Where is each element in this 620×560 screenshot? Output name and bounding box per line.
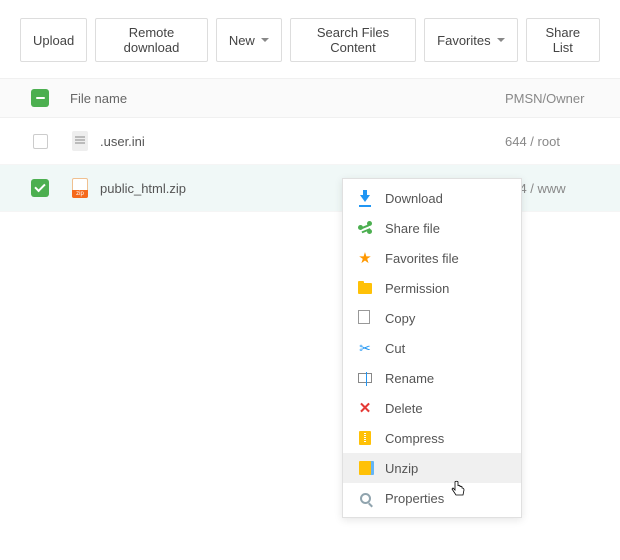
menu-label: Download [385,191,443,206]
favorites-label: Favorites [437,33,490,48]
compress-icon [357,430,373,446]
file-name[interactable]: .user.ini [100,134,145,149]
column-filename[interactable]: File name [70,91,127,106]
menu-rename[interactable]: Rename [343,363,521,393]
share-icon [357,220,373,236]
menu-label: Favorites file [385,251,459,266]
menu-favorites[interactable]: ★ Favorites file [343,243,521,273]
menu-download[interactable]: Download [343,183,521,213]
table-header: File name PMSN/Owner [0,78,620,118]
row-checkbox[interactable] [31,179,49,197]
properties-icon [357,490,373,506]
table-row[interactable]: public_html.zip 644 / www [0,165,620,212]
file-permission: 644 / root [505,134,560,149]
menu-delete[interactable]: ✕ Delete [343,393,521,423]
star-icon: ★ [357,250,373,266]
menu-label: Rename [385,371,434,386]
row-checkbox[interactable] [33,134,48,149]
menu-label: Copy [385,311,415,326]
upload-button[interactable]: Upload [20,18,87,62]
menu-copy[interactable]: Copy [343,303,521,333]
remote-download-button[interactable]: Remote download [95,18,208,62]
cut-icon: ✂ [357,340,373,356]
zip-file-icon [70,177,90,199]
search-files-button[interactable]: Search Files Content [290,18,416,62]
menu-compress[interactable]: Compress [343,423,521,453]
menu-cut[interactable]: ✂ Cut [343,333,521,363]
menu-unzip[interactable]: Unzip [343,453,521,483]
unzip-icon [357,460,373,476]
delete-icon: ✕ [357,400,373,416]
table-row[interactable]: .user.ini 644 / root [0,118,620,165]
column-permission[interactable]: PMSN/Owner [505,91,584,106]
file-name[interactable]: public_html.zip [100,181,186,196]
menu-label: Compress [385,431,444,446]
download-icon [357,190,373,206]
menu-label: Share file [385,221,440,236]
menu-label: Permission [385,281,449,296]
menu-label: Cut [385,341,405,356]
toolbar: Upload Remote download New Search Files … [0,0,620,78]
menu-label: Delete [385,401,423,416]
menu-properties[interactable]: Properties [343,483,521,513]
folder-icon [357,280,373,296]
select-all-checkbox[interactable] [31,89,49,107]
new-label: New [229,33,255,48]
copy-icon [357,310,373,326]
rename-icon [357,370,373,386]
file-icon [70,130,90,152]
chevron-down-icon [261,38,269,42]
menu-label: Unzip [385,461,418,476]
menu-share[interactable]: Share file [343,213,521,243]
share-list-button[interactable]: Share List [526,18,600,62]
chevron-down-icon [497,38,505,42]
menu-label: Properties [385,491,444,506]
menu-permission[interactable]: Permission [343,273,521,303]
favorites-button[interactable]: Favorites [424,18,517,62]
new-button[interactable]: New [216,18,282,62]
context-menu: Download Share file ★ Favorites file Per… [342,178,522,518]
